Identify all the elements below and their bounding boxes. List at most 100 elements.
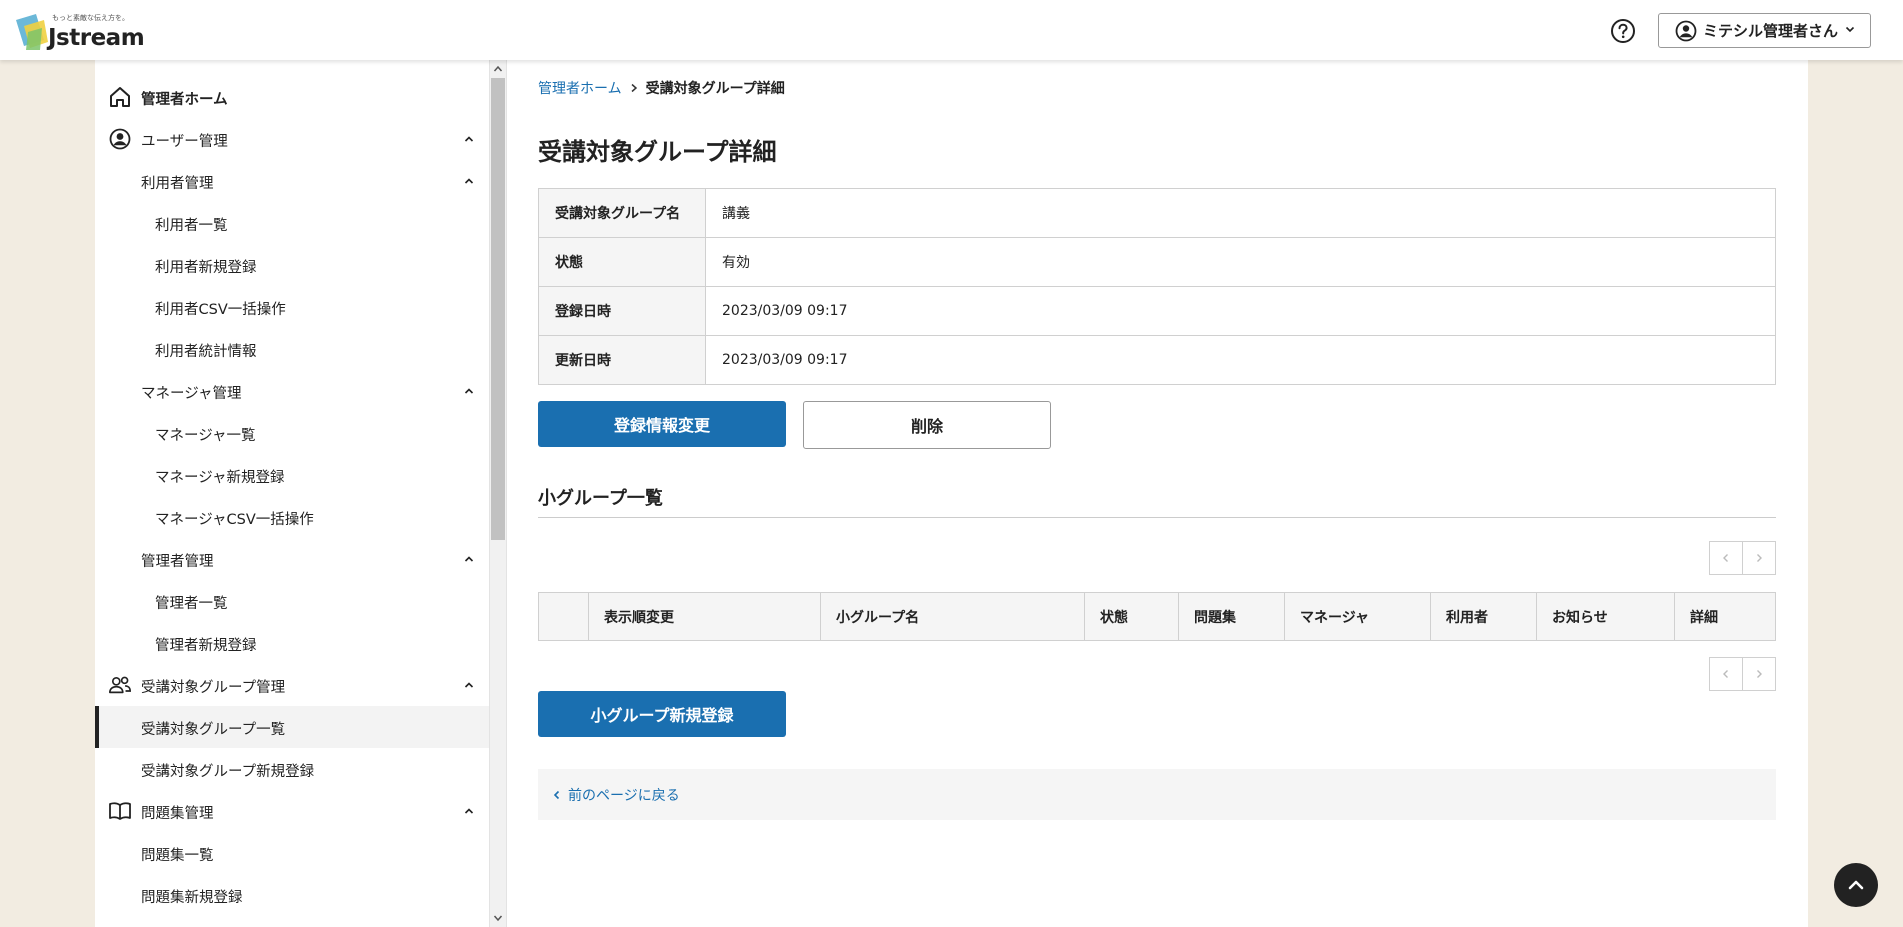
sidebar-item-manager-list[interactable]: マネージャ一覧	[95, 412, 489, 454]
sidebar-item-label: 管理者一覧	[155, 596, 228, 612]
subgroup-section-title: 小グループ一覧	[538, 484, 1776, 518]
detail-value: 講義	[705, 188, 1776, 238]
sidebar-item-label: 利用者CSV一括操作	[155, 302, 286, 318]
column-header-user: 利用者	[1430, 592, 1537, 641]
sidebar-item-manager-new[interactable]: マネージャ新規登録	[95, 454, 489, 496]
table-row: 受講対象グループ名 講義	[538, 188, 1776, 238]
next-page-button[interactable]	[1742, 658, 1775, 690]
sidebar-item-label: 利用者新規登録	[155, 260, 257, 276]
prev-page-button[interactable]	[1710, 658, 1742, 690]
sidebar-item-label: 受講対象グループ一覧	[141, 722, 286, 738]
column-header-select	[538, 592, 589, 641]
sidebar-item-target-group-new[interactable]: 受講対象グループ新規登録	[95, 748, 489, 790]
chevron-up-icon	[464, 136, 474, 142]
sidebar-item-label: 受講対象グループ新規登録	[141, 764, 315, 780]
column-header-status: 状態	[1084, 592, 1179, 641]
sidebar-item-manager-csv[interactable]: マネージャCSV一括操作	[95, 496, 489, 538]
column-header-order: 表示順変更	[588, 592, 821, 641]
sidebar-item-label: 受講対象グループ管理	[141, 680, 286, 696]
sidebar-item-member-list[interactable]: 利用者一覧	[95, 202, 489, 244]
next-page-button[interactable]	[1742, 542, 1775, 574]
scrollbar-thumb[interactable]	[491, 78, 505, 540]
jstream-logo[interactable]: もっと素敵な伝え方を。 Jstream	[14, 6, 145, 54]
logo-text: Jstream	[48, 25, 145, 51]
prev-page-button[interactable]	[1710, 542, 1742, 574]
user-avatar-icon	[1675, 20, 1697, 41]
chevron-up-icon	[464, 808, 474, 814]
back-bar: 前のページに戻る	[538, 769, 1776, 820]
user-menu-button[interactable]: ミテシル管理者さん	[1658, 13, 1871, 48]
sidebar-item-label: マネージャ管理	[141, 386, 242, 402]
chevron-right-icon	[1757, 554, 1762, 562]
scroll-down-arrow-icon[interactable]	[493, 913, 503, 923]
breadcrumb: 管理者ホーム 受講対象グループ詳細	[538, 78, 785, 98]
sidebar-item-label: 問題集管理	[141, 806, 214, 822]
sidebar-item-label: 利用者管理	[141, 176, 214, 192]
sidebar-item-question-set-list[interactable]: 問題集一覧	[95, 832, 489, 874]
chevron-up-icon	[464, 388, 474, 394]
chevron-right-icon	[1757, 670, 1762, 678]
sidebar-item-admin-management[interactable]: 管理者管理	[95, 538, 489, 580]
scroll-up-arrow-icon[interactable]	[493, 64, 503, 74]
detail-label: 受講対象グループ名	[538, 188, 706, 238]
table-header-row: 表示順変更 小グループ名 状態 問題集 マネージャ 利用者 お知らせ 詳細	[538, 592, 1776, 641]
sidebar-item-question-set-new[interactable]: 問題集新規登録	[95, 874, 489, 916]
sidebar-item-label: 利用者一覧	[155, 218, 228, 234]
sidebar-item-target-group-list[interactable]: 受講対象グループ一覧	[95, 706, 489, 748]
sidebar-item-label: ユーザー管理	[141, 134, 228, 150]
sidebar-item-member-csv[interactable]: 利用者CSV一括操作	[95, 286, 489, 328]
sidebar-scrollbar[interactable]	[489, 60, 507, 927]
chevron-up-icon	[464, 556, 474, 562]
sidebar-item-label: 問題集新規登録	[141, 890, 243, 906]
sidebar-item-admin-list[interactable]: 管理者一覧	[95, 580, 489, 622]
chevron-up-icon	[464, 682, 474, 688]
book-icon	[109, 802, 131, 820]
detail-label: 登録日時	[538, 286, 706, 336]
sidebar-item-member-new[interactable]: 利用者新規登録	[95, 244, 489, 286]
scroll-to-top-button[interactable]	[1834, 863, 1878, 907]
table-row: 状態 有効	[538, 237, 1776, 287]
help-icon[interactable]	[1610, 18, 1636, 44]
user-circle-icon	[109, 128, 131, 150]
sidebar-item-label: 管理者新規登録	[155, 638, 257, 654]
chevron-right-icon	[631, 83, 637, 93]
detail-value: 有効	[705, 237, 1776, 287]
sidebar-item-label: マネージャ新規登録	[155, 470, 285, 486]
chevron-up-icon	[464, 178, 474, 184]
user-name: ミテシル管理者さん	[1703, 22, 1839, 40]
content-container: 管理者ホーム ユーザー管理 利用者管理 利用者一覧 利用者新規登録 利用者CSV…	[95, 60, 1808, 927]
home-icon	[110, 87, 130, 107]
table-row: 登録日時 2023/03/09 09:17	[538, 286, 1776, 336]
page-title: 受講対象グループ詳細	[538, 138, 777, 166]
logo-tagline: もっと素敵な伝え方を。	[52, 14, 129, 22]
back-link[interactable]: 前のページに戻る	[568, 785, 680, 805]
users-icon	[109, 676, 131, 694]
sidebar-item-label: 管理者ホーム	[141, 92, 228, 108]
pagination-bottom	[1709, 657, 1776, 691]
sidebar-item-question-set-management[interactable]: 問題集管理	[95, 790, 489, 832]
sidebar-item-label: 利用者統計情報	[155, 344, 257, 360]
main-content: 管理者ホーム 受講対象グループ詳細 受講対象グループ詳細 受講対象グループ名 講…	[507, 60, 1808, 927]
add-subgroup-button[interactable]: 小グループ新規登録	[538, 691, 786, 737]
sidebar-item-member-management[interactable]: 利用者管理	[95, 160, 489, 202]
app-header: もっと素敵な伝え方を。 Jstream ミテシル管理者さん	[0, 0, 1903, 60]
delete-button[interactable]: 削除	[803, 401, 1051, 449]
column-header-detail: 詳細	[1674, 592, 1776, 641]
detail-value: 2023/03/09 09:17	[705, 335, 1776, 385]
chevron-left-icon	[1723, 670, 1728, 678]
detail-label: 更新日時	[538, 335, 706, 385]
detail-table: 受講対象グループ名 講義 状態 有効 登録日時 2023/03/09 09:17…	[538, 188, 1776, 385]
sidebar-item-label: 問題集一覧	[141, 848, 214, 864]
chevron-left-icon	[553, 790, 560, 799]
sidebar-item-manager-management[interactable]: マネージャ管理	[95, 370, 489, 412]
sidebar-item-member-stats[interactable]: 利用者統計情報	[95, 328, 489, 370]
edit-registration-button[interactable]: 登録情報変更	[538, 401, 786, 447]
sidebar-item-target-group-management[interactable]: 受講対象グループ管理	[95, 664, 489, 706]
sidebar-item-user-management[interactable]: ユーザー管理	[95, 118, 489, 160]
sidebar-item-admin-home[interactable]: 管理者ホーム	[95, 76, 489, 118]
breadcrumb-current: 受講対象グループ詳細	[645, 81, 785, 97]
table-row: 更新日時 2023/03/09 09:17	[538, 335, 1776, 385]
breadcrumb-home-link[interactable]: 管理者ホーム	[538, 78, 622, 98]
chevron-up-icon	[1848, 880, 1864, 890]
sidebar-item-admin-new[interactable]: 管理者新規登録	[95, 622, 489, 664]
